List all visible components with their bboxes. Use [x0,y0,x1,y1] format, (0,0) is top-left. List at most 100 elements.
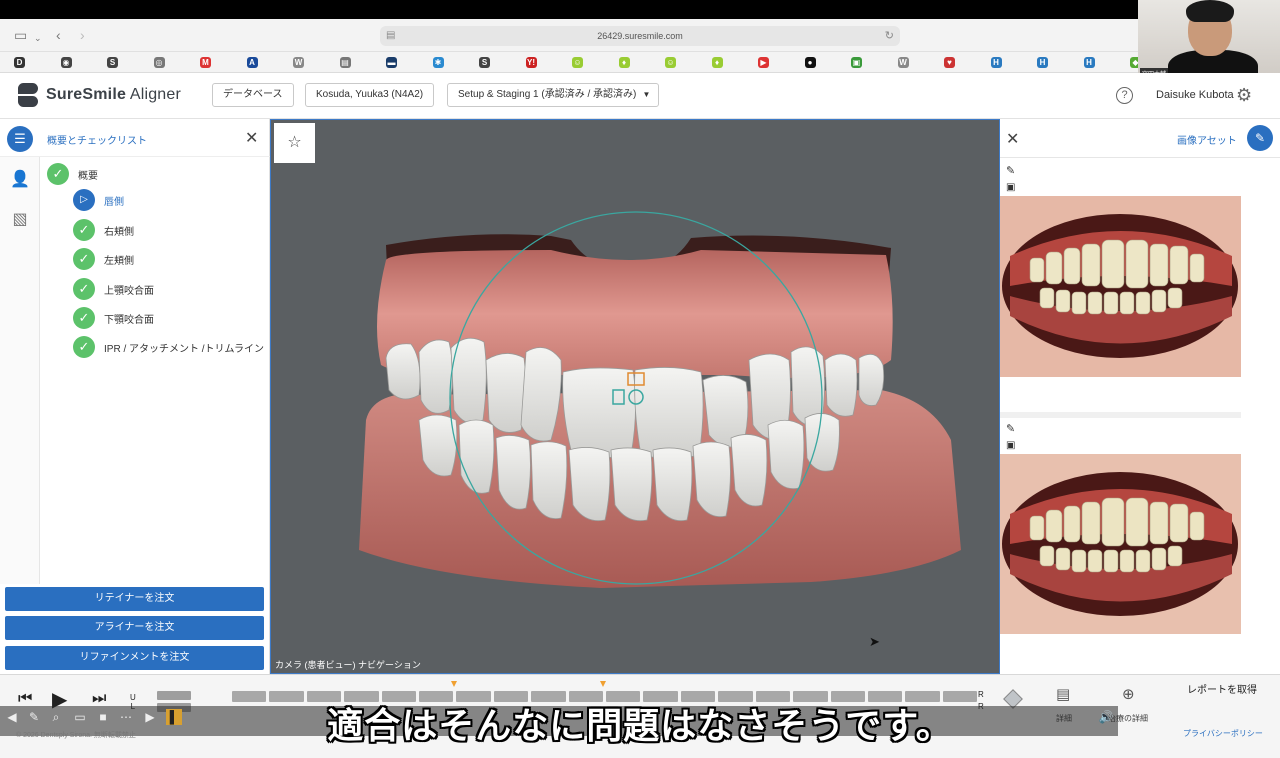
attachment-marker-icon[interactable] [600,681,606,687]
bookmark-item[interactable]: ♥ [944,52,991,73]
caret-down-icon: ▼ [642,90,651,99]
bookmark-favicon-icon: H [990,56,1002,68]
checklist-item-label: IPR / アタッチメント /トリムライン [104,343,265,355]
bookmark-item[interactable]: H [1083,52,1131,73]
bookmark-item[interactable]: ◎ [153,52,201,73]
bookmark-item[interactable]: S [107,52,154,73]
attachment-marker-icon[interactable] [451,681,457,687]
check-circle-icon: ✓ [73,219,95,241]
checklist-icon[interactable]: ☰ [7,126,33,152]
bookmark-item[interactable]: S [479,52,526,73]
patient-icon[interactable]: 👤 [10,169,30,189]
bookmark-item[interactable]: ▤ [339,52,387,73]
checklist-item[interactable]: ✓ 上顎咬合面 [73,278,154,300]
bookmark-favicon-icon: ☺ [572,56,583,68]
bookmark-item[interactable]: ▣ [851,52,898,73]
bookmark-favicon-icon: M [200,56,211,68]
bookmark-item[interactable]: ♦ [618,52,666,73]
checklist-item[interactable]: ✓ 概要 [47,163,98,185]
bookmark-item[interactable]: ☺ [665,52,712,73]
image-assets-icon[interactable]: ✎ [1247,125,1273,151]
check-circle-icon: ✓ [47,163,69,185]
bookmark-favicon-icon: ▬ [386,56,397,68]
chevron-down-icon[interactable]: ⌄ [34,30,42,46]
bookmark-favicon-icon: ♦ [618,56,630,68]
bookmark-item[interactable]: W [293,52,340,73]
bookmark-item[interactable]: H [990,52,1038,73]
bookmark-item[interactable]: W [897,52,945,73]
close-icon[interactable]: ✕ [1006,129,1019,149]
back-icon[interactable]: ‹ [56,27,61,43]
bookmark-favicon-icon: A [246,56,258,68]
photo-1-render [1000,196,1241,377]
pencil-icon[interactable]: ✎ [1006,422,1015,435]
pencil-icon[interactable]: ✎ [1006,164,1015,177]
bookmark-item[interactable]: Y! [525,52,573,73]
check-circle-icon: ✓ [73,248,95,270]
intraoral-photo-1[interactable] [1000,196,1241,377]
suresmile-logo[interactable]: SureSmile Aligner [18,83,181,107]
checklist-item[interactable]: ▷ 唇側 [73,189,124,211]
order-aligner-button[interactable]: アライナーを注文 [5,616,264,640]
webcam-person-hair [1186,0,1234,22]
patient-button[interactable]: Kosuda, Yuuka3 (N4A2) [305,83,435,107]
left-rail: 👤 ▧ [0,157,40,584]
bookmark-item[interactable]: ☺ [572,52,619,73]
checklist-item[interactable]: ✓ 下顎咬合面 [73,307,154,329]
reload-icon[interactable]: ↻ [885,26,894,46]
checklist-item[interactable]: ✓ 右頬側 [73,219,134,241]
app-header: SureSmile Aligner データベース Kosuda, Yuuka3 … [0,73,1280,119]
get-report-button[interactable]: レポートを取得 [1183,684,1261,698]
sidebar-toggle-icon[interactable]: ▭ [14,27,27,43]
order-refinement-button[interactable]: リファインメントを注文 [5,646,264,670]
camera-navigation-label: カメラ (患者ビュー) ナビゲーション [275,660,421,670]
setup-staging-label: Setup & Staging 1 (承認済み / 承認済み) [458,89,637,100]
bookmark-favicon-icon: ▤ [339,56,351,68]
checklist-item[interactable]: ✓ 左頬側 [73,248,134,270]
star-icon[interactable]: ☆ [274,123,315,163]
panel-title: 概要とチェックリスト [47,136,147,147]
intraoral-photo-2[interactable] [1000,454,1241,634]
bookmark-item[interactable]: A [246,52,294,73]
help-icon[interactable]: ? [1116,87,1133,104]
bookmark-item[interactable]: ♦ [711,52,759,73]
image-assets-panel: ✕ 画像アセット ✎ ✎ ▣ ✎ ▣ [1000,119,1280,674]
bookmark-favicon-icon: W [897,56,909,68]
webcam-overlay: 窪田大輔 [1138,0,1280,80]
bookmark-favicon-icon: ◉ [60,56,72,68]
close-icon[interactable]: ✕ [245,128,258,148]
checklist-item[interactable]: ✓ IPR / アタッチメント /トリムライン [73,336,264,358]
overview-checklist-panel: ☰ 概要とチェックリスト ✕ 👤 ▧ ✓ 概要 ▷ 唇側 ✓ 右頬側 ✓ 左頬側 ✓ 上顎咬合面 ✓… [0,119,270,674]
image-icon[interactable]: ▣ [1006,440,1015,451]
divider [1000,157,1280,158]
panel-header: ☰ 概要とチェックリスト ✕ [0,119,270,157]
bookmark-item[interactable]: ● [804,52,852,73]
checklist-item-label: 下顎咬合面 [104,314,154,326]
order-retainer-button[interactable]: リテイナーを注文 [5,587,264,611]
check-circle-icon: ✓ [73,336,95,358]
bookmark-item[interactable]: ▬ [386,52,433,73]
document-icon[interactable]: ▧ [10,209,30,229]
dental-model-render[interactable] [271,120,1000,674]
check-circle-icon: ✓ [73,307,95,329]
database-button[interactable]: データベース [212,83,294,107]
bookmark-item[interactable]: H [1037,52,1084,73]
bookmark-item[interactable]: ▶ [758,52,805,73]
bookmarks-bar: D ◉ S ◎ M A W ▤ ▬ ✱ S Y! ☺ ♦ ☺ ♦ ▶ ● ▣ W ♥ H H H ◆ [0,52,1280,73]
bookmark-item[interactable]: ✱ [432,52,480,73]
bookmark-favicon-icon: W [293,56,304,68]
gear-icon[interactable]: ⚙ [1236,85,1252,106]
bookmark-favicon-icon: S [107,56,118,68]
address-bar[interactable]: ▤ 26429.suresmile.com ↻ [380,26,900,46]
bookmark-favicon-icon: S [479,56,490,68]
bookmark-favicon-icon: Y! [525,56,537,68]
screen-top-bar [0,0,1280,19]
bookmark-item[interactable]: ◉ [60,52,108,73]
forward-icon[interactable]: › [80,27,85,43]
bookmark-item[interactable]: D [14,52,61,73]
setup-staging-dropdown[interactable]: Setup & Staging 1 (承認済み / 承認済み) ▼ [447,83,660,107]
bookmark-item[interactable]: M [200,52,247,73]
image-icon[interactable]: ▣ [1006,182,1015,193]
3d-viewer[interactable]: ☆ カメラ (患者ビュー) ナビゲーション ➤ [270,119,1000,674]
check-circle-icon: ✓ [73,278,95,300]
